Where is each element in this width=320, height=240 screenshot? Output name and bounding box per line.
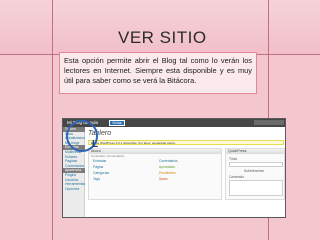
stat-tags[interactable]: Tags [89, 176, 155, 182]
stats-row: Tags Spam [89, 176, 221, 182]
title-label: Título [229, 157, 238, 161]
annotation-letter: L [92, 139, 99, 150]
right-now-box: Ahora Contenido / Comentarios Entradas C… [88, 148, 222, 200]
visit-site-button[interactable]: Visitar [109, 120, 125, 126]
title-input[interactable] [229, 162, 283, 167]
slide: VER SITIO Esta opción permite abrir el B… [0, 0, 320, 240]
description-text: Esta opción permite abrir el Blog tal co… [64, 56, 252, 85]
frame-left-line [52, 0, 53, 240]
dashboard-main: Tablero Existe WordPress 3.0.1 disponibl… [86, 127, 285, 217]
quickpress-box: QuickPress Título Subir/Insertar Conteni… [225, 148, 285, 200]
slide-title: VER SITIO [118, 28, 207, 47]
admin-top-bar: Mi Blog de aula Visitar [63, 119, 285, 127]
content-input[interactable] [229, 180, 283, 196]
sidebar-item-opciones[interactable]: Opciones [63, 187, 85, 192]
description-box: Esta opción permite abrir el Blog tal co… [59, 52, 257, 94]
upload-label[interactable]: Subir/Insertar [244, 169, 264, 173]
stat-spam[interactable]: Spam [155, 176, 221, 182]
user-links[interactable] [254, 120, 284, 125]
update-notice[interactable]: Existe WordPress 3.0.1 disponible. Por f… [88, 140, 284, 145]
quickpress-title: QuickPress [226, 149, 284, 154]
content-label: Contenido [229, 175, 245, 179]
